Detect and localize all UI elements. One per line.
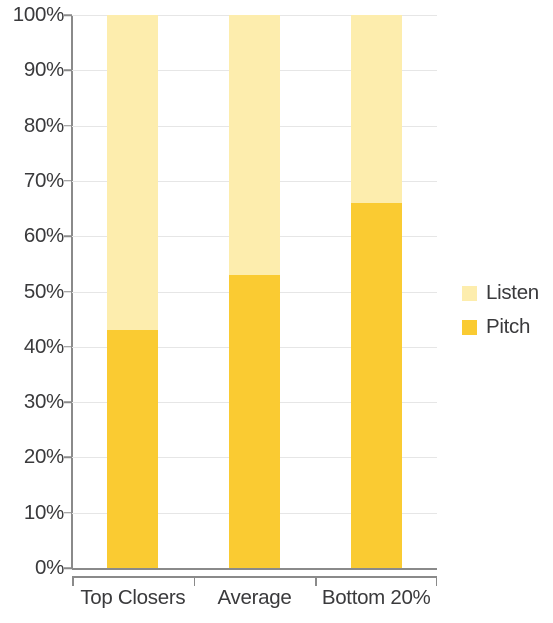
legend-item-listen[interactable]: Listen	[462, 276, 553, 310]
category-axis-start-tick	[72, 576, 74, 586]
y-axis-labels: 0% 10% 20% 30% 40% 50% 60% 70% 80% 90% 100%	[0, 0, 65, 623]
y-axis-tick-label: 0%	[34, 556, 64, 579]
category-axis-end-tick	[435, 576, 437, 586]
y-axis-tick-mark	[64, 235, 72, 237]
y-axis-tick-mark	[64, 69, 72, 72]
bar-segment-listen[interactable]	[350, 15, 402, 204]
y-axis-tick-label: 60%	[23, 224, 64, 248]
y-axis-tick-mark	[64, 124, 72, 127]
bar-segment-listen[interactable]	[229, 15, 280, 275]
bar-segment-pitch[interactable]	[350, 203, 402, 568]
y-axis-tick-label: 70%	[23, 168, 64, 192]
y-axis-tick-label: 30%	[23, 390, 64, 414]
chart-legend: Listen Pitch	[462, 276, 553, 344]
bar-group[interactable]	[350, 15, 402, 568]
y-axis-tick-label: 40%	[23, 334, 64, 358]
legend-swatch-listen	[462, 285, 477, 301]
y-axis-tick-mark	[64, 511, 72, 514]
y-axis-tick-label: 10%	[23, 500, 64, 524]
y-axis-tick-mark	[64, 14, 72, 16]
bar-group[interactable]	[229, 15, 280, 568]
legend-item-pitch[interactable]: Pitch	[462, 310, 553, 344]
bar-segment-pitch[interactable]	[229, 274, 280, 568]
y-axis-tick-mark	[64, 456, 72, 459]
legend-label: Pitch	[486, 314, 531, 338]
y-axis-tick-mark	[64, 567, 72, 569]
stacked-bar-chart: 0% 10% 20% 30% 40% 50% 60% 70% 80% 90% 100% Listen…	[0, 0, 553, 623]
category-axis	[72, 576, 437, 586]
y-axis-tick-label: 50%	[23, 279, 64, 303]
y-axis-tick-mark	[64, 401, 72, 403]
plot-area	[72, 15, 437, 570]
category-separator	[315, 576, 317, 586]
y-axis-tick-label: 80%	[23, 113, 64, 137]
bar-segment-listen[interactable]	[107, 15, 159, 331]
y-axis-tick-mark	[64, 290, 72, 293]
x-axis-tick-label: Bottom 20%	[321, 586, 431, 609]
y-axis-tick-label: 20%	[23, 445, 64, 469]
y-axis-tick-label: 100%	[12, 3, 65, 26]
category-separator	[193, 576, 196, 586]
legend-swatch-pitch	[462, 319, 477, 335]
axis-baseline	[72, 568, 437, 570]
y-axis-tick-label: 90%	[23, 58, 64, 82]
bar-group[interactable]	[107, 15, 159, 568]
y-axis-tick-mark	[64, 180, 72, 182]
x-axis-tick-label: Top Closers	[80, 586, 186, 609]
x-axis-tick-label: Average	[217, 586, 292, 609]
category-axis-line	[72, 576, 437, 578]
bar-segment-pitch[interactable]	[107, 330, 159, 568]
legend-label: Listen	[486, 280, 539, 304]
y-axis-tick-mark	[64, 346, 72, 348]
